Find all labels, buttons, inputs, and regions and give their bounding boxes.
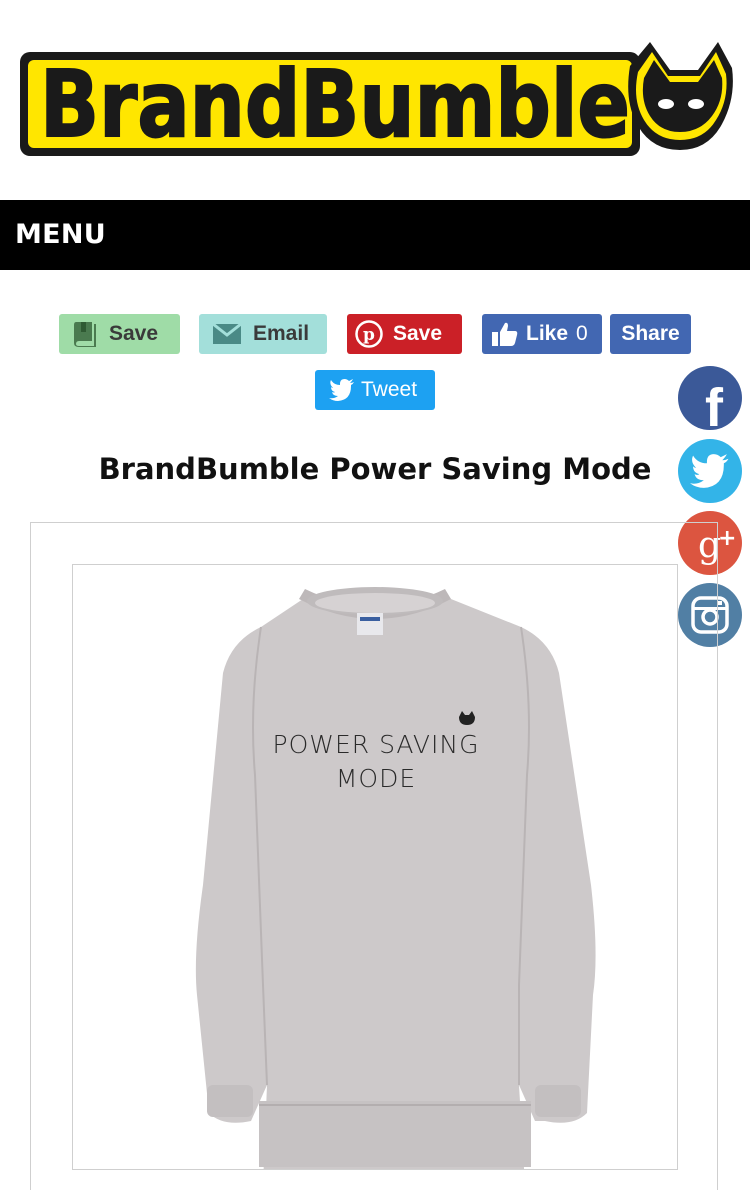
facebook-icon: f [705, 378, 724, 430]
sweatshirt-image [195, 587, 596, 1169]
logo-text: BrandBumble [40, 51, 630, 158]
menu-toggle[interactable]: MENU [15, 200, 106, 270]
facebook-share-button[interactable]: Share [610, 314, 691, 354]
product-image[interactable]: POWER SAVING MODE [72, 564, 678, 1170]
facebook-share-label: Share [621, 322, 680, 345]
menu-bar[interactable]: MENU [0, 200, 750, 270]
facebook-like-button[interactable]: Like 0 [482, 314, 602, 354]
twitter-bird-icon [329, 379, 355, 401]
product-title: BrandBumble Power Saving Mode [98, 452, 652, 486]
thumbs-up-icon [492, 322, 518, 346]
svg-text:f: f [705, 378, 724, 430]
email-share-label: Email [253, 322, 310, 345]
brandbumble-logo[interactable]: BrandBumble [18, 38, 733, 166]
email-share-button[interactable]: Email [199, 314, 327, 354]
tweet-label: Tweet [361, 378, 418, 401]
pinterest-icon: p [355, 320, 383, 348]
svg-text:p: p [363, 325, 375, 345]
bookmark-save-button[interactable]: Save [59, 314, 180, 354]
pinterest-save-label: Save [393, 322, 443, 345]
facebook-like-count: 0 [576, 322, 588, 345]
facebook-like-label: Like [526, 322, 569, 345]
print-text-line1: POWER SAVING [272, 730, 480, 759]
bookmark-icon [73, 321, 97, 347]
pinterest-save-button[interactable]: p Save [347, 314, 462, 354]
svg-text:+: + [718, 526, 736, 551]
print-text-line2: MODE [335, 764, 417, 793]
site-header: BrandBumble [0, 0, 750, 200]
cat-head-icon [628, 42, 733, 150]
tweet-button[interactable]: Tweet [315, 370, 435, 410]
envelope-icon [213, 324, 241, 344]
floating-facebook-button[interactable]: f [678, 366, 742, 430]
bookmark-save-label: Save [109, 322, 159, 345]
